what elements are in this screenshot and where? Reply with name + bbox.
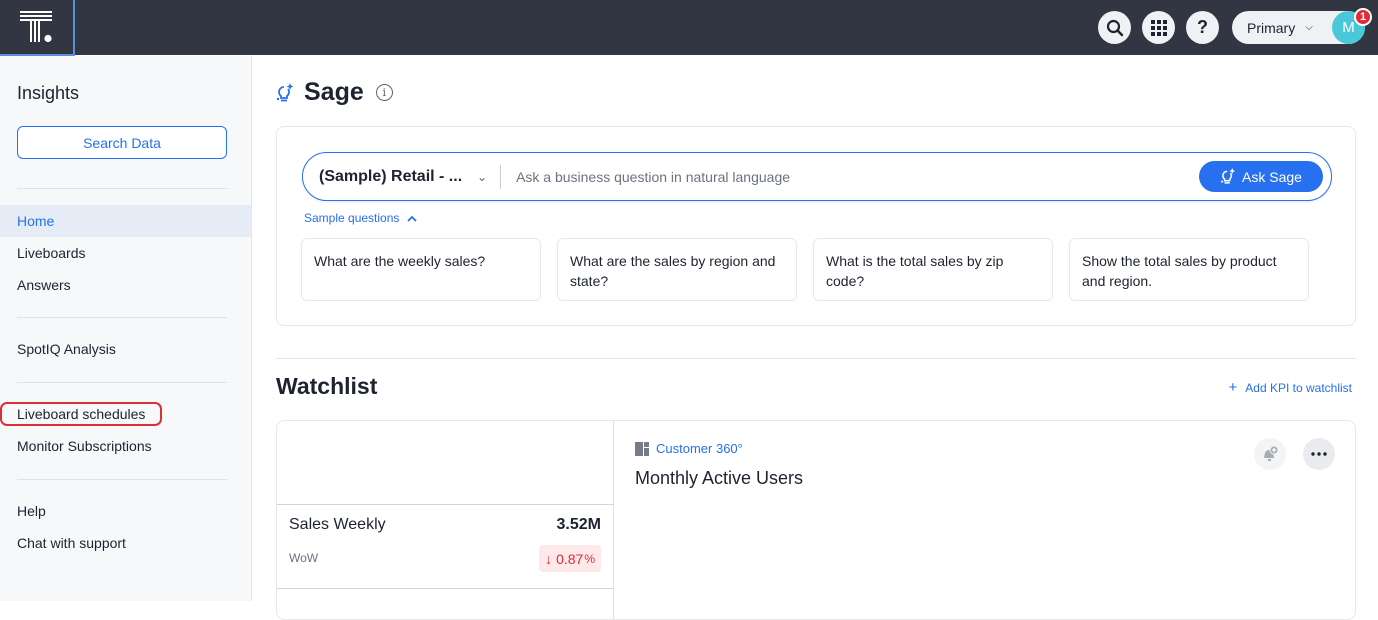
top-navigation-bar: ? Primary ⌵ M 1	[0, 0, 1378, 56]
main-content: Sage i (Sample) Retail - ... ⌄ Ask Sage …	[252, 56, 1378, 620]
chevron-down-icon: ⌵	[1305, 22, 1313, 33]
sidebar-divider	[17, 382, 227, 383]
liveboard-icon	[635, 441, 649, 456]
search-data-button[interactable]: Search Data	[17, 126, 227, 159]
sage-bulb-icon	[1221, 168, 1236, 184]
sage-header: Sage i	[276, 78, 393, 107]
kpi-change-badge: ↓ 0.87%	[539, 545, 601, 572]
notification-badge: 1	[1354, 8, 1372, 26]
sidebar-item-label: Answers	[17, 277, 71, 293]
org-label: Primary	[1247, 19, 1296, 36]
sample-questions-label: Sample questions	[304, 211, 400, 225]
sidebar: Insights Search Data Home Liveboards Ans…	[0, 56, 252, 601]
search-icon	[1106, 19, 1123, 36]
plus-icon: +	[1228, 379, 1238, 396]
watchlist-card: Sales Weekly 3.52M WoW ↓ 0.87% Customer …	[276, 420, 1356, 620]
chevron-down-icon[interactable]: ⌄	[477, 170, 487, 184]
info-icon[interactable]: i	[375, 84, 393, 101]
sidebar-item-spotiq-analysis[interactable]: SpotIQ Analysis	[0, 333, 251, 365]
page-title: Sage	[304, 78, 364, 106]
datasource-selector[interactable]: (Sample) Retail - ...	[319, 168, 469, 186]
subscribe-alert-button[interactable]	[1254, 438, 1286, 470]
home-logo-button[interactable]	[0, 0, 75, 56]
sidebar-item-home[interactable]: Home	[0, 205, 251, 237]
sidebar-divider	[17, 317, 227, 318]
sample-question-card[interactable]: What is the total sales by zip code?	[813, 238, 1053, 301]
thoughtspot-logo-icon	[19, 11, 52, 43]
help-button[interactable]: ?	[1186, 11, 1219, 44]
liveboard-name: Customer 360°	[656, 441, 743, 456]
sample-question-card[interactable]: What are the weekly sales?	[301, 238, 541, 301]
sidebar-divider	[17, 479, 227, 480]
sidebar-item-label: SpotIQ Analysis	[17, 341, 116, 357]
kpi-change-unit: %	[584, 551, 595, 566]
kpi-change-value: 0.87	[556, 550, 584, 567]
apps-grid-icon	[1150, 19, 1167, 36]
search-button[interactable]	[1098, 11, 1131, 44]
kpi-name[interactable]: Sales Weekly	[289, 516, 386, 534]
sage-bulb-icon	[276, 82, 294, 101]
sidebar-item-label: Liveboard schedules	[0, 402, 163, 426]
watchlist-title: Watchlist	[276, 373, 378, 399]
metric-title: Monthly Active Users	[635, 468, 804, 488]
sample-question-card[interactable]: Show the total sales by product and regi…	[1069, 238, 1309, 301]
sidebar-item-label: Help	[17, 503, 46, 519]
ask-sage-label: Ask Sage	[1242, 168, 1302, 185]
more-horizontal-icon	[1311, 452, 1327, 456]
add-kpi-label: Add KPI to watchlist	[1245, 380, 1352, 395]
sage-search-card: (Sample) Retail - ... ⌄ Ask Sage Sample …	[276, 126, 1356, 326]
sidebar-item-help[interactable]: Help	[0, 495, 251, 527]
chevron-up-icon	[407, 215, 418, 222]
help-icon: ?	[1197, 17, 1208, 37]
divider	[277, 588, 614, 589]
sidebar-item-answers[interactable]: Answers	[0, 269, 251, 301]
section-divider	[276, 358, 1356, 359]
sage-search-bar: (Sample) Retail - ... ⌄ Ask Sage	[302, 152, 1332, 201]
question-input[interactable]	[516, 168, 1177, 185]
ask-sage-button[interactable]: Ask Sage	[1199, 161, 1323, 192]
divider	[277, 504, 614, 505]
kpi-period: WoW	[289, 551, 319, 565]
sidebar-item-liveboard-schedules[interactable]: Liveboard schedules	[0, 398, 251, 430]
sidebar-item-label: Chat with support	[17, 535, 126, 551]
liveboard-link[interactable]: Customer 360°	[635, 441, 743, 456]
sample-questions-toggle[interactable]: Sample questions	[304, 211, 418, 225]
bell-plus-icon	[1264, 445, 1279, 461]
sidebar-divider	[17, 188, 227, 189]
sidebar-item-monitor-subscriptions[interactable]: Monitor Subscriptions	[0, 430, 251, 462]
kpi-list: Sales Weekly 3.52M WoW ↓ 0.87%	[277, 421, 614, 619]
sidebar-item-label: Liveboards	[17, 245, 86, 261]
more-options-button[interactable]	[1303, 438, 1335, 470]
kpi-value: 3.52M	[556, 516, 601, 533]
divider	[500, 164, 502, 189]
sidebar-item-liveboards[interactable]: Liveboards	[0, 237, 251, 269]
sidebar-item-label: Home	[17, 213, 55, 229]
arrow-down-icon: ↓	[545, 550, 553, 567]
add-kpi-button[interactable]: + Add KPI to watchlist	[1229, 379, 1352, 396]
sidebar-title: Insights	[17, 83, 80, 103]
sidebar-item-label: Monitor Subscriptions	[17, 438, 152, 454]
sidebar-item-chat-with-support[interactable]: Chat with support	[0, 527, 251, 559]
sample-question-card[interactable]: What are the sales by region and state?	[557, 238, 797, 301]
apps-button[interactable]	[1142, 11, 1175, 44]
